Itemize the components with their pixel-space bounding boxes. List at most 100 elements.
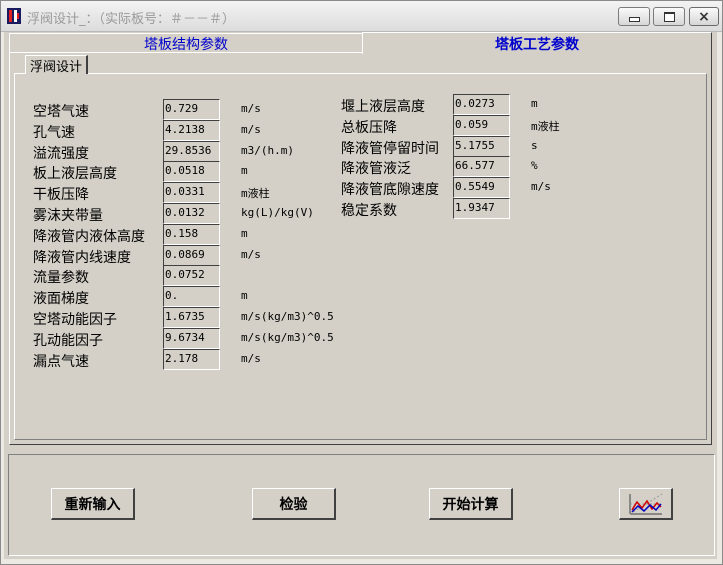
param-unit: m [241, 164, 248, 178]
maximize-icon [663, 11, 675, 22]
param-label: 孔动能因子 [33, 332, 103, 349]
param-value-field[interactable]: 0.059 [453, 114, 510, 136]
window-title: 浮阀设计_：（实际板号：＃－－＃） [27, 12, 236, 27]
param-label: 雾沫夹带量 [33, 208, 103, 224]
param-value-field[interactable]: 0.729 [163, 99, 220, 120]
param-value-field[interactable]: 5.1755 [453, 135, 510, 157]
param-value-field[interactable]: 0.5549 [453, 177, 510, 199]
tab-process-params[interactable]: 塔板工艺参数 [362, 32, 712, 54]
param-value-field[interactable]: 9.6734 [163, 327, 220, 349]
param-label: 降液管底隙速度 [341, 182, 439, 199]
param-value-field[interactable]: 4.2138 [163, 119, 220, 141]
param-row: 稳定系数 1.9347 [341, 198, 651, 219]
param-label: 板上液层高度 [33, 166, 117, 183]
param-unit: m液柱 [241, 187, 270, 201]
param-unit: m [241, 226, 248, 240]
param-unit: m/s [241, 122, 261, 136]
param-row: 降液管液泛 66.577% [341, 156, 651, 178]
param-unit: m/s [531, 180, 551, 194]
subtab-label: 浮阀设计 [29, 59, 82, 75]
param-unit: m/s [241, 351, 261, 365]
tab-structure-params[interactable]: 塔板结构参数 [9, 33, 363, 53]
chart-button[interactable] [619, 488, 673, 520]
param-label: 漏点气速 [33, 353, 89, 370]
param-unit: m/s(kg/m3)^0.5 [241, 310, 334, 323]
param-row: 孔动能因子 9.6734 m/s(kg/m3)^0.5 [33, 327, 361, 349]
param-label: 溢流强度 [33, 145, 89, 162]
param-unit: s [531, 138, 538, 152]
param-value-field[interactable]: 0.0518 [163, 161, 220, 183]
param-label: 液面梯度 [33, 291, 89, 308]
calculate-button-label: 开始计算 [442, 496, 499, 513]
params-panel: 空塔气速 0.729 m/s 孔气速 4.2138 m/s 溢流强度 29.8536 m3/(h… [14, 73, 707, 440]
param-row: 雾沫夹带量 0.0132 kg(L)/kg(V) [33, 203, 361, 224]
param-value-field[interactable]: 29.8536 [163, 140, 220, 162]
param-unit: m [531, 97, 538, 110]
param-row: 降液管内液体高度 0.158 m [33, 223, 361, 245]
param-row: 板上液层高度 0.0518 m [33, 161, 361, 183]
param-row: 空塔气速 0.729 m/s [33, 99, 361, 120]
param-label: 降液管内液体高度 [33, 228, 145, 245]
tab-label: 塔板工艺参数 [495, 36, 579, 53]
param-value-field[interactable]: 0.158 [163, 223, 220, 245]
param-unit: m [241, 289, 248, 303]
minimize-icon [628, 16, 640, 22]
param-label: 孔气速 [33, 124, 75, 141]
maximize-button[interactable] [653, 7, 685, 26]
param-label: 稳定系数 [341, 203, 397, 219]
tab-panel: 浮阀设计 空塔气速 0.729 m/s 孔气速 4.2138 m/s 溢流强度 29.8536… [9, 52, 712, 445]
reset-button-label: 重新输入 [64, 496, 121, 513]
param-label: 降液管内线速度 [33, 249, 131, 266]
param-row: 堰上液层高度 0.0273 m [341, 94, 651, 115]
param-value-field[interactable]: 0.0869 [163, 244, 220, 266]
param-unit: % [531, 159, 538, 173]
app-window: 浮阀设计_：（实际板号：＃－－＃） × 塔板结构参数 塔板工艺参数 浮阀设计 空… [0, 0, 723, 565]
param-unit: m3/(h.m) [241, 143, 294, 157]
param-label: 堰上液层高度 [341, 99, 425, 115]
param-row: 漏点气速 2.178 m/s [33, 348, 361, 370]
app-icon [7, 8, 21, 24]
param-value-field[interactable]: 66.577 [453, 156, 510, 178]
param-value-field[interactable]: 0.0273 [453, 94, 510, 115]
param-row: 液面梯度 0. m [33, 286, 361, 308]
param-label: 空塔气速 [33, 104, 89, 120]
param-label: 空塔动能因子 [33, 312, 117, 328]
check-button-label: 检验 [279, 496, 308, 513]
param-label: 干板压降 [33, 187, 89, 204]
param-row: 降液管底隙速度 0.5549 m/s [341, 177, 651, 199]
param-row: 干板压降 0.0331 m液柱 [33, 182, 361, 204]
param-row: 溢流强度 29.8536 m3/(h.m) [33, 140, 361, 162]
check-button[interactable]: 检验 [252, 488, 336, 520]
param-unit: m/s(kg/m3)^0.5 [241, 330, 334, 344]
param-value-field[interactable]: 0.0752 [163, 265, 220, 287]
subtab-valve-design[interactable]: 浮阀设计 [25, 55, 88, 75]
param-unit: m液柱 [531, 119, 560, 133]
close-button[interactable]: × [689, 7, 719, 26]
client-area: 塔板结构参数 塔板工艺参数 浮阀设计 空塔气速 0.729 m/s 孔气速 4.2138… [4, 32, 717, 559]
param-label: 总板压降 [341, 119, 397, 136]
param-label: 降液管停留时间 [341, 140, 439, 157]
param-unit: m/s [241, 102, 261, 115]
close-icon: × [698, 8, 710, 25]
title-bar: 浮阀设计_：（实际板号：＃－－＃） × [1, 1, 722, 32]
param-value-field[interactable]: 0. [163, 286, 220, 308]
param-row: 空塔动能因子 1.6735 m/s(kg/m3)^0.5 [33, 307, 361, 328]
tab-label: 塔板结构参数 [144, 36, 228, 53]
param-unit: m/s [241, 247, 261, 261]
button-bar: 重新输入 检验 开始计算 [8, 454, 715, 556]
minimize-button[interactable] [618, 7, 650, 26]
param-row: 流量参数 0.0752 [33, 265, 361, 287]
param-row: 降液管内线速度 0.0869 m/s [33, 244, 361, 266]
param-value-field[interactable]: 2.178 [163, 348, 220, 370]
reset-button[interactable]: 重新输入 [51, 488, 135, 520]
param-value-field[interactable]: 0.0331 [163, 182, 220, 204]
param-value-field[interactable]: 1.6735 [163, 307, 220, 328]
param-value-field[interactable]: 0.0132 [163, 203, 220, 224]
param-label: 降液管液泛 [341, 161, 411, 178]
param-unit: kg(L)/kg(V) [241, 206, 314, 219]
line-chart-icon [629, 493, 662, 514]
param-row: 总板压降 0.059 m液柱 [341, 114, 651, 136]
calculate-button[interactable]: 开始计算 [429, 488, 513, 520]
param-label: 流量参数 [33, 270, 89, 287]
param-value-field[interactable]: 1.9347 [453, 198, 510, 219]
